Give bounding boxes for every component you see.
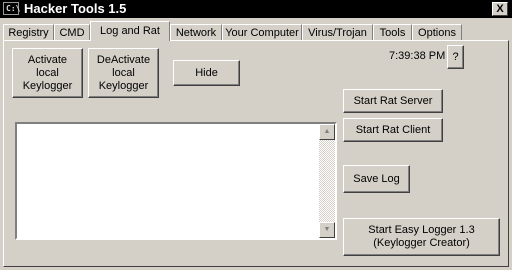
help-button[interactable]: ?	[447, 45, 464, 69]
tab-network[interactable]: Network	[170, 24, 222, 40]
scroll-down-arrow-icon[interactable]: ▼	[319, 222, 335, 238]
main-window: C:\ Hacker Tools 1.5 X Registry CMD Log …	[0, 0, 512, 270]
tab-virus-trojan[interactable]: Virus/Trojan	[302, 24, 373, 40]
hide-button[interactable]: Hide	[173, 60, 240, 86]
tab-cmd[interactable]: CMD	[54, 24, 90, 40]
vertical-scrollbar[interactable]: ▲ ▼	[319, 124, 335, 238]
activate-keylogger-button[interactable]: Activate local Keylogger	[12, 48, 83, 98]
title-bar[interactable]: C:\ Hacker Tools 1.5 X	[0, 0, 512, 18]
tab-your-computer[interactable]: Your Computer	[222, 24, 302, 40]
close-button[interactable]: X	[492, 2, 508, 16]
tab-log-and-rat[interactable]: Log and Rat	[90, 21, 170, 41]
console-icon: C:\	[3, 2, 20, 15]
tab-tools[interactable]: Tools	[373, 24, 412, 40]
deactivate-keylogger-button[interactable]: DeActivate local Keylogger	[88, 48, 159, 98]
start-rat-server-button[interactable]: Start Rat Server	[343, 89, 443, 113]
scroll-up-arrow-icon[interactable]: ▲	[319, 124, 335, 140]
start-rat-client-button[interactable]: Start Rat Client	[343, 118, 443, 142]
tab-options[interactable]: Options	[412, 24, 462, 40]
window-title: Hacker Tools 1.5	[24, 1, 127, 16]
save-log-button[interactable]: Save Log	[343, 165, 410, 193]
tab-registry[interactable]: Registry	[3, 24, 54, 40]
clock-time: 7:39:38 PM	[389, 50, 446, 62]
log-text-area[interactable]: ▲ ▼	[15, 122, 337, 240]
start-easy-logger-button[interactable]: Start Easy Logger 1.3 (Keylogger Creator…	[343, 218, 500, 256]
